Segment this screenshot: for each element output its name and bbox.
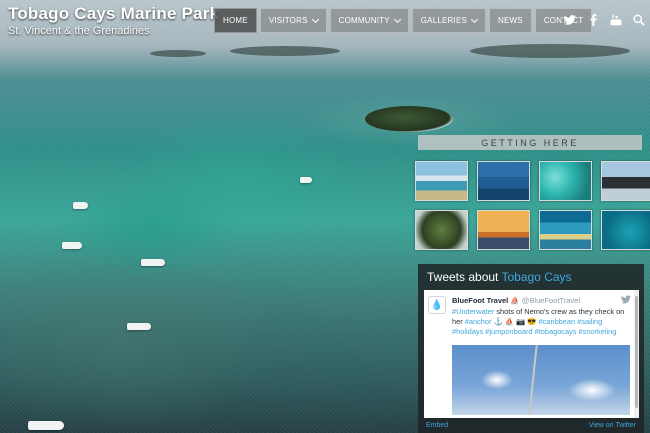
chevron-down-icon — [311, 15, 319, 23]
sailboat-icon: ⛵ — [510, 296, 520, 305]
nav-label: NEWS — [498, 16, 523, 25]
nav-item-home[interactable]: HOME — [214, 8, 257, 33]
tweet-timeline[interactable]: 💧 BlueFoot Travel ⛵ @BlueFootTravel #Und… — [424, 290, 639, 418]
chevron-down-icon — [393, 15, 401, 23]
boat — [141, 259, 165, 266]
nav-item-visitors[interactable]: VISITORS — [259, 8, 327, 33]
nav-label: VISITORS — [268, 16, 308, 25]
facebook-icon[interactable] — [587, 12, 599, 28]
author-handle: @BlueFootTravel — [521, 296, 580, 305]
avatar[interactable]: 💧 — [428, 296, 446, 314]
hashtag-link[interactable]: #holidays #jumponboard #tobagocays #snor… — [452, 327, 616, 336]
site-branding: Tobago Cays Marine Park St. Vincent & th… — [8, 4, 219, 37]
tweet-author[interactable]: BlueFoot Travel ⛵ @BlueFootTravel — [452, 296, 580, 305]
boat — [28, 421, 64, 430]
tweets-title: Tweets about Tobago Cays — [427, 270, 572, 284]
nav-item-news[interactable]: NEWS — [489, 8, 532, 33]
chevron-down-icon — [470, 15, 479, 23]
distant-island — [150, 50, 206, 57]
site-subtitle: St. Vincent & the Grenadines — [8, 25, 150, 37]
getting-here-heading: GETTING HERE — [418, 135, 642, 150]
hashtag-link[interactable]: #anchor — [465, 317, 492, 326]
twitter-bird-icon[interactable] — [621, 295, 633, 305]
sailboat-mast — [528, 345, 538, 415]
social-links — [564, 12, 645, 28]
island — [365, 106, 453, 132]
nav-label: HOME — [223, 16, 248, 25]
embed-link[interactable]: Embed — [426, 422, 448, 429]
beach-thumbnail[interactable] — [415, 161, 468, 201]
tree-thumbnail[interactable] — [415, 210, 468, 250]
hashtag-link[interactable]: #caribbean #sailing — [539, 317, 603, 326]
boat — [300, 177, 312, 183]
emoji-text: ⚓ ⛵ 📷 😎 — [491, 317, 539, 326]
main-nav: HOME VISITORS COMMUNITY GALLERIES NEWS C… — [214, 8, 593, 33]
author-name: BlueFoot Travel — [452, 296, 509, 305]
tweets-footer: Embed View on Twitter — [426, 422, 636, 429]
sunset-thumbnail[interactable] — [477, 210, 530, 250]
turtle-thumbnail[interactable] — [539, 210, 592, 250]
getting-here-gallery — [415, 161, 650, 250]
tweets-widget: Tweets about Tobago Cays 💧 BlueFoot Trav… — [418, 264, 644, 433]
youtube-icon[interactable] — [610, 12, 622, 28]
nav-item-galleries[interactable]: GALLERIES — [411, 8, 487, 33]
timeline-scrollbar[interactable] — [634, 290, 639, 418]
tweet-text: #Underwater shots of Nemo's crew as they… — [452, 307, 630, 337]
tweets-title-link[interactable]: Tobago Cays — [502, 270, 572, 284]
nav-item-community[interactable]: COMMUNITY — [329, 8, 409, 33]
shoreline-thumbnail[interactable] — [601, 161, 650, 201]
site-title[interactable]: Tobago Cays Marine Park — [8, 4, 219, 24]
twitter-icon[interactable] — [564, 12, 576, 28]
tweet-photo[interactable] — [452, 345, 630, 415]
hashtag-link[interactable]: #Underwater — [452, 307, 494, 316]
nav-label: GALLERIES — [420, 16, 468, 25]
harbour-thumbnail[interactable] — [477, 161, 530, 201]
boat — [73, 202, 88, 209]
tweets-title-prefix: Tweets about — [427, 270, 502, 284]
boat — [127, 323, 151, 330]
reef-thumbnail[interactable] — [601, 210, 650, 250]
nav-label: COMMUNITY — [338, 16, 390, 25]
search-icon[interactable] — [633, 12, 645, 28]
distant-island — [230, 46, 340, 56]
coral-thumbnail[interactable] — [539, 161, 592, 201]
view-on-twitter-link[interactable]: View on Twitter — [589, 422, 636, 429]
scrollbar-thumb[interactable] — [635, 296, 638, 408]
distant-island — [470, 44, 630, 58]
boat — [62, 242, 82, 249]
